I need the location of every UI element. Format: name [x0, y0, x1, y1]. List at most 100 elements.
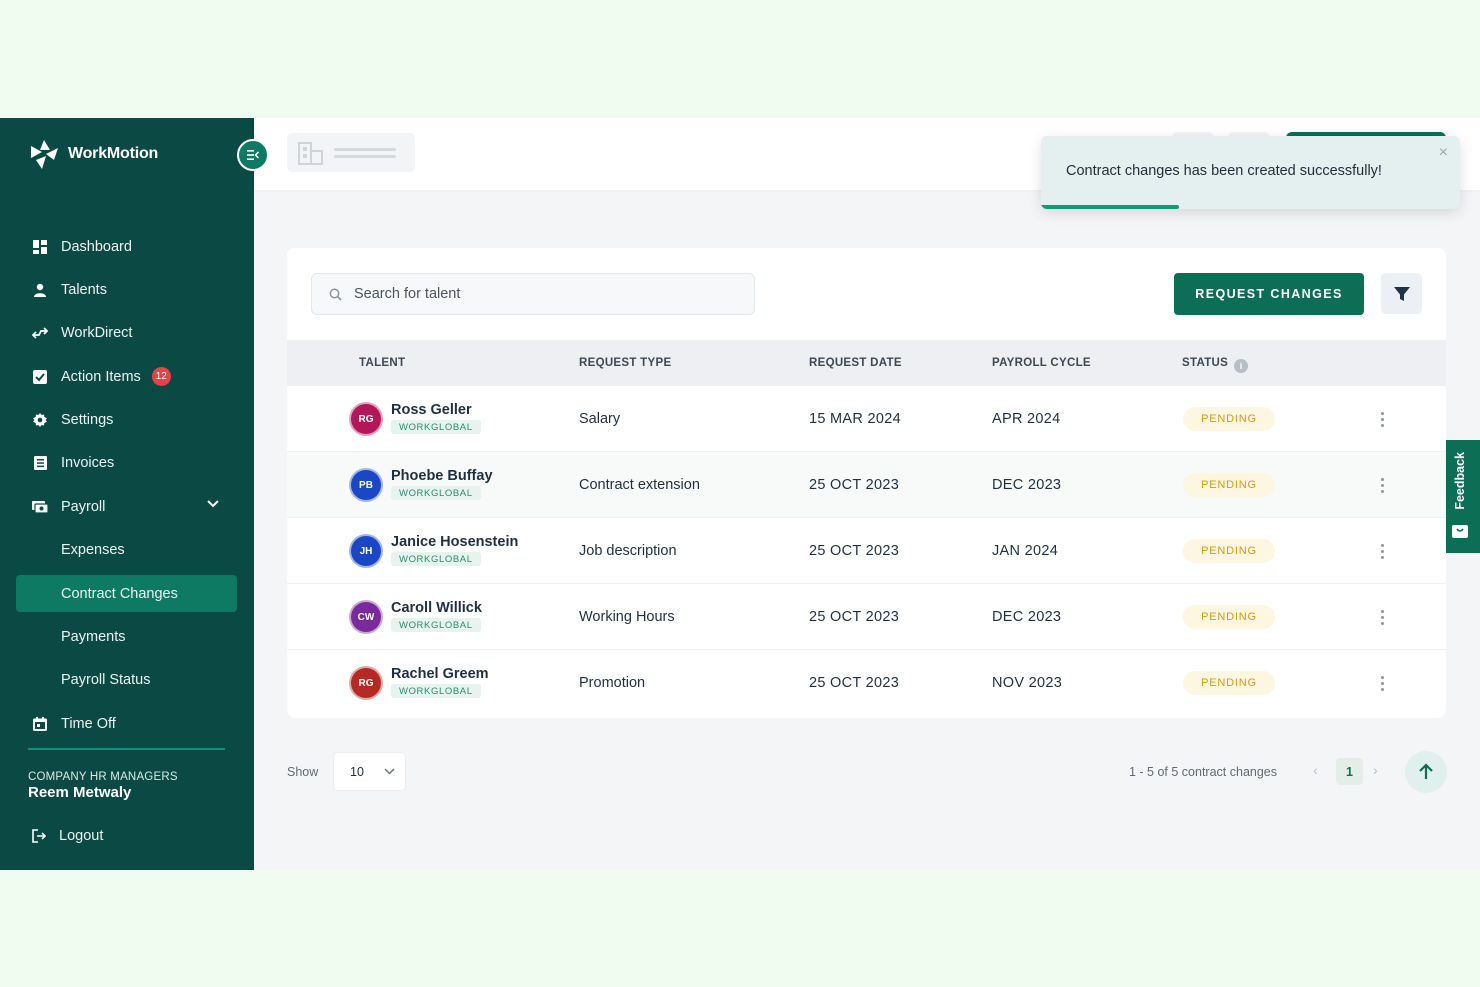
status-badge: PENDING — [1183, 605, 1275, 629]
search-bar[interactable] — [311, 273, 755, 315]
table-row[interactable]: RG Ross Geller WORKGLOBAL Salary 15 MAR … — [287, 386, 1446, 452]
sidebar-item-time-off[interactable]: Time Off — [16, 705, 237, 742]
talent-name[interactable]: Ross Geller — [391, 402, 472, 418]
row-menu-icon[interactable] — [1377, 538, 1387, 564]
talent-name[interactable]: Caroll Willick — [391, 600, 482, 616]
sidebar-item-expenses[interactable]: Expenses — [16, 532, 237, 569]
search-icon — [329, 288, 342, 301]
payroll-cycle: JAN 2024 — [992, 543, 1059, 559]
request-type: Promotion — [579, 675, 646, 691]
talent-tag: WORKGLOBAL — [391, 486, 481, 500]
column-header-payroll-cycle[interactable]: PAYROLL CYCLE — [992, 357, 1091, 369]
checkbox-icon — [32, 369, 48, 385]
sidebar-item-payroll-status[interactable]: Payroll Status — [16, 662, 237, 699]
success-toast: Contract changes has been created succes… — [1041, 136, 1460, 209]
logout-label: Logout — [59, 828, 104, 844]
close-icon[interactable]: × — [1439, 144, 1448, 162]
sidebar-item-label: Payments — [61, 629, 126, 646]
status-badge: PENDING — [1183, 539, 1275, 563]
column-header-request-date[interactable]: REQUEST DATE — [809, 357, 902, 369]
sidebar-item-talents[interactable]: Talents — [16, 271, 237, 308]
payroll-cycle: NOV 2023 — [992, 675, 1063, 691]
chevron-down-icon[interactable] — [207, 500, 219, 508]
sidebar-item-contract-changes[interactable]: Contract Changes — [16, 575, 237, 613]
request-date: 25 OCT 2023 — [809, 609, 900, 625]
sidebar-item-label: WorkDirect — [61, 325, 133, 342]
action-items-count-badge: 12 — [151, 367, 171, 387]
table-row[interactable]: PB Phoebe Buffay WORKGLOBAL Contract ext… — [287, 452, 1446, 518]
request-date: 15 MAR 2024 — [809, 411, 901, 427]
column-header-status[interactable]: STATUS i — [1182, 357, 1249, 373]
page-size-select[interactable]: 10 — [333, 752, 406, 791]
avatar: RG — [349, 402, 383, 436]
filter-icon — [1393, 286, 1410, 301]
contract-changes-card: REQUEST CHANGES TALENT REQUEST TYPE REQU… — [287, 248, 1446, 718]
collapse-sidebar-button[interactable] — [237, 139, 269, 171]
calendar-icon — [32, 716, 48, 732]
payroll-cycle: DEC 2023 — [992, 477, 1062, 493]
status-badge: PENDING — [1183, 671, 1275, 695]
chat-icon — [1452, 525, 1468, 538]
toast-message: Contract changes has been created succes… — [1066, 163, 1382, 179]
logout-icon — [32, 829, 46, 843]
sidebar-nav: Dashboard Talents WorkDirect Action Item… — [16, 228, 237, 749]
toast-progress-bar — [1041, 205, 1180, 209]
user-role: COMPANY HR MANAGERS — [28, 771, 178, 783]
sidebar: WorkMotion Dashboard Talents WorkDirect — [0, 118, 254, 870]
filter-button[interactable] — [1381, 273, 1422, 314]
loading-placeholder — [334, 147, 396, 151]
sidebar-item-settings[interactable]: Settings — [16, 402, 237, 439]
request-changes-button[interactable]: REQUEST CHANGES — [1174, 273, 1364, 315]
sidebar-item-payroll[interactable]: Payroll — [16, 488, 237, 525]
sidebar-item-label: Expenses — [61, 542, 125, 559]
talent-tag: WORKGLOBAL — [391, 618, 481, 632]
sidebar-item-label: Settings — [61, 412, 114, 429]
avatar: RG — [349, 666, 383, 700]
talent-name[interactable]: Phoebe Buffay — [391, 468, 493, 484]
scroll-to-top-button[interactable] — [1405, 751, 1447, 793]
logout-button[interactable]: Logout — [32, 828, 103, 844]
row-menu-icon[interactable] — [1377, 670, 1387, 696]
talent-name[interactable]: Janice Hosenstein — [391, 534, 518, 550]
sidebar-item-label: Time Off — [61, 715, 116, 732]
status-badge: PENDING — [1183, 473, 1275, 497]
row-menu-icon[interactable] — [1377, 472, 1387, 498]
payroll-cycle: DEC 2023 — [992, 609, 1062, 625]
sidebar-item-label: Dashboard — [61, 238, 132, 255]
previous-page-icon[interactable]: ‹ — [1313, 762, 1318, 778]
sidebar-item-dashboard[interactable]: Dashboard — [16, 228, 237, 265]
table-row[interactable]: CW Caroll Willick WORKGLOBAL Working Hou… — [287, 584, 1446, 650]
brand-name: WorkMotion — [68, 145, 159, 162]
table-row[interactable]: RG Rachel Greem WORKGLOBAL Promotion 25 … — [287, 650, 1446, 716]
talent-name[interactable]: Rachel Greem — [391, 666, 489, 682]
info-icon[interactable]: i — [1234, 359, 1249, 373]
next-page-icon[interactable]: › — [1373, 762, 1378, 778]
sidebar-item-label: Payroll — [61, 498, 106, 515]
company-switcher[interactable] — [287, 133, 415, 172]
row-menu-icon[interactable] — [1377, 406, 1387, 432]
show-label: Show — [287, 765, 319, 779]
payroll-icon — [32, 499, 48, 515]
status-header-label: STATUS — [1182, 357, 1229, 369]
sidebar-item-label: Contract Changes — [61, 585, 178, 602]
sidebar-item-payments[interactable]: Payments — [16, 619, 237, 656]
table-row[interactable]: JH Janice Hosenstein WORKGLOBAL Job desc… — [287, 518, 1446, 584]
feedback-tab[interactable]: Feedback — [1440, 440, 1480, 553]
avatar: CW — [349, 600, 383, 634]
status-badge: PENDING — [1183, 407, 1275, 431]
sidebar-divider — [28, 748, 225, 750]
brand[interactable]: WorkMotion — [28, 138, 158, 170]
collapse-icon — [247, 150, 259, 160]
sidebar-item-label: Action Items — [61, 368, 141, 385]
sidebar-item-action-items[interactable]: Action Items 12 — [16, 358, 237, 395]
workmotion-logo-icon — [31, 140, 58, 169]
column-header-talent[interactable]: TALENT — [359, 357, 405, 369]
row-menu-icon[interactable] — [1377, 604, 1387, 630]
sidebar-item-invoices[interactable]: Invoices — [16, 445, 237, 482]
search-input[interactable] — [354, 286, 734, 302]
page-number-button[interactable]: 1 — [1336, 758, 1363, 785]
column-header-request-type[interactable]: REQUEST TYPE — [579, 357, 671, 369]
sidebar-item-workdirect[interactable]: WorkDirect — [16, 315, 237, 352]
gear-icon — [32, 412, 48, 428]
request-date: 25 OCT 2023 — [809, 675, 900, 691]
